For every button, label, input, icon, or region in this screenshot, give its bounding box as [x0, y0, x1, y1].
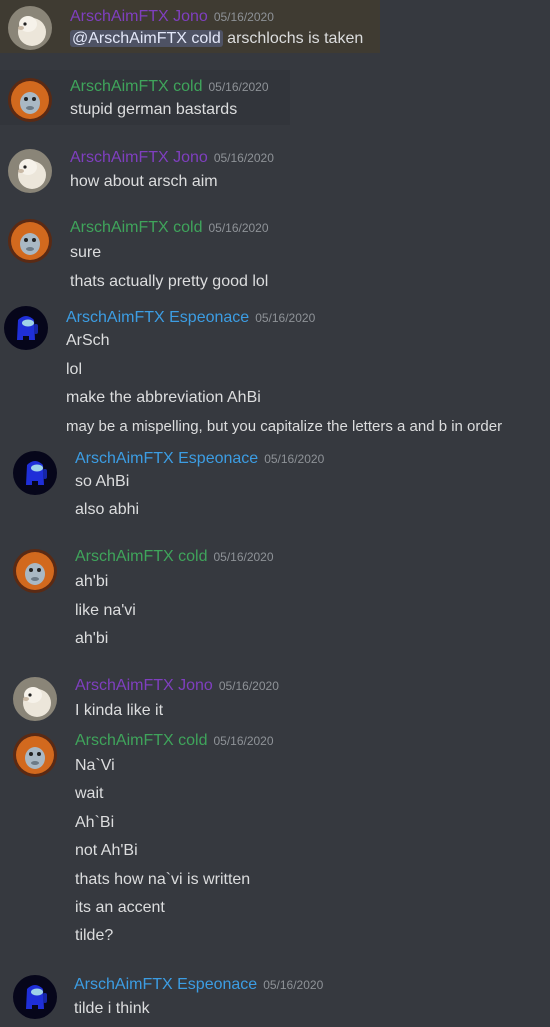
monkey-avatar-icon — [13, 549, 57, 593]
timestamp: 05/16/2020 — [208, 80, 269, 94]
timestamp: 05/16/2020 — [264, 452, 325, 466]
message: ArschAimFTX Espeonace 05/16/2020 so AhBi … — [0, 444, 550, 530]
alpaca-avatar-icon — [8, 149, 52, 193]
avatar-cold[interactable] — [8, 219, 52, 263]
timestamp: 05/16/2020 — [218, 679, 279, 693]
message-text: tilde i think — [74, 1000, 150, 1017]
avatar-jono[interactable] — [13, 677, 57, 721]
author-name[interactable]: ArschAimFTX cold — [75, 732, 207, 749]
author-name[interactable]: ArschAimFTX cold — [75, 548, 207, 565]
message-text: thats actually pretty good lol — [70, 273, 269, 290]
message-text: lol — [66, 361, 83, 378]
monkey-avatar-icon — [13, 733, 57, 777]
avatar-jono[interactable] — [8, 6, 52, 50]
message: ArschAimFTX cold 05/16/2020 ah'bi like na… — [0, 542, 550, 662]
avatar-espeonace[interactable] — [4, 306, 48, 350]
author-name[interactable]: ArschAimFTX Espeonace — [74, 976, 257, 993]
message-text: Na`Vi — [75, 757, 115, 774]
message: ArschAimFTX cold 05/16/2020 stupid german… — [0, 70, 290, 125]
crewmate-avatar-icon — [13, 451, 57, 495]
timestamp: 05/16/2020 — [263, 978, 324, 992]
message: ArschAimFTX cold 05/16/2020 Na`Vi wait Ah… — [0, 726, 550, 956]
avatar-espeonace[interactable] — [13, 451, 57, 495]
author-name[interactable]: ArschAimFTX Jono — [70, 149, 208, 166]
message: ArschAimFTX Jono 05/16/2020 @ArschAimFTX … — [0, 0, 380, 53]
message: ArschAimFTX Jono 05/16/2020 how about ars… — [0, 142, 550, 197]
crewmate-avatar-icon — [13, 975, 57, 1019]
message-text: arschlochs is taken — [227, 30, 364, 47]
message-text: ah'bi — [75, 630, 109, 647]
avatar-cold[interactable] — [8, 78, 52, 122]
author-name[interactable]: ArschAimFTX Espeonace — [66, 309, 249, 326]
message-text: so AhBi — [75, 473, 130, 490]
message-text: not Ah'Bi — [75, 842, 138, 859]
message-text: like na'vi — [75, 602, 136, 619]
message-content: @ArschAimFTX cold arschlochs is taken — [70, 30, 363, 48]
avatar-espeonace[interactable] — [13, 975, 57, 1019]
message-text: thats how na`vi is written — [75, 871, 251, 888]
author-name[interactable]: ArschAimFTX Jono — [75, 677, 213, 694]
alpaca-avatar-icon — [8, 6, 52, 50]
timestamp: 05/16/2020 — [213, 734, 274, 748]
message-text: make the abbreviation AhBi — [66, 389, 261, 406]
timestamp: 05/16/2020 — [255, 311, 316, 325]
alpaca-avatar-icon — [13, 677, 57, 721]
message-text: I kinda like it — [75, 702, 164, 719]
monkey-avatar-icon — [8, 219, 52, 263]
author-name[interactable]: ArschAimFTX Jono — [70, 8, 208, 25]
timestamp: 05/16/2020 — [208, 221, 269, 235]
message-text: ArSch — [66, 332, 110, 349]
avatar-cold[interactable] — [13, 549, 57, 593]
author-name[interactable]: ArschAimFTX cold — [70, 219, 202, 236]
message-text: may be a mispelling, but you capitalize … — [66, 418, 503, 435]
message-text: wait — [75, 785, 104, 802]
author-name[interactable]: ArschAimFTX cold — [70, 78, 202, 95]
message: ArschAimFTX Espeonace 05/16/2020 ArSch lo… — [0, 300, 550, 442]
user-mention[interactable]: @ArschAimFTX cold — [70, 30, 223, 47]
message-text: also abhi — [75, 501, 140, 518]
message-text: ah'bi — [75, 573, 109, 590]
message-text: Ah`Bi — [75, 814, 115, 831]
timestamp: 05/16/2020 — [213, 550, 274, 564]
timestamp: 05/16/2020 — [213, 10, 274, 24]
avatar-jono[interactable] — [8, 149, 52, 193]
message: ArschAimFTX Jono 05/16/2020 I kinda like … — [0, 670, 550, 728]
timestamp: 05/16/2020 — [213, 151, 274, 165]
message-text: tilde? — [75, 927, 114, 944]
message-text: sure — [70, 244, 102, 261]
message: ArschAimFTX cold 05/16/2020 sure thats ac… — [0, 212, 550, 296]
monkey-avatar-icon — [8, 78, 52, 122]
message: ArschAimFTX Espeonace 05/16/2020 tilde i … — [0, 968, 550, 1027]
avatar-cold[interactable] — [13, 733, 57, 777]
crewmate-avatar-icon — [4, 306, 48, 350]
message-text: stupid german bastards — [70, 101, 238, 118]
message-text: its an accent — [75, 899, 165, 916]
message-text: how about arsch aim — [70, 173, 218, 190]
author-name[interactable]: ArschAimFTX Espeonace — [75, 450, 258, 467]
